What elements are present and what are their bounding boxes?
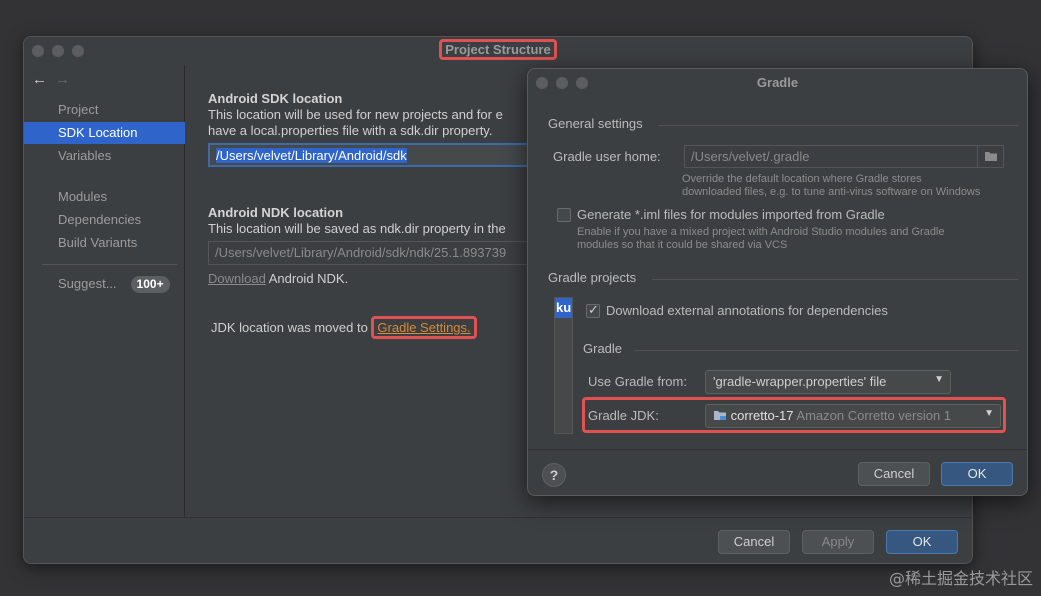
gradle-project-item[interactable]: kur: [555, 298, 572, 318]
sidebar-item-modules[interactable]: Modules: [24, 186, 185, 208]
nav-arrows: ← →: [32, 71, 70, 88]
sdk-section-title: Android SDK location: [208, 91, 343, 106]
user-home-hint-line2: downloaded files, e.g. to tune anti-viru…: [682, 186, 981, 198]
user-home-hint-line1: Override the default location where Grad…: [682, 173, 922, 185]
gradle-projects-list[interactable]: kur: [554, 297, 573, 434]
sdk-path-value: /Users/velvet/Library/Android/sdk: [216, 148, 407, 163]
sdk-path-field[interactable]: /Users/velvet/Library/Android/sdk: [208, 143, 538, 167]
generate-iml-checkbox[interactable]: [557, 208, 571, 222]
gradle-projects-divider: [652, 279, 1018, 280]
use-gradle-from-value: 'gradle-wrapper.properties' file: [713, 374, 887, 389]
chevron-down-icon: ▼: [934, 374, 944, 385]
iml-hint-line2: modules so that it could be shared via V…: [577, 239, 788, 251]
sdk-description-line1: This location will be used for new proje…: [208, 107, 503, 122]
help-button[interactable]: ?: [542, 463, 566, 487]
gradle-group-heading: Gradle: [583, 341, 623, 356]
gradle-ok-button[interactable]: OK: [941, 462, 1013, 486]
gradle-group-divider: [634, 350, 1018, 351]
download-annotations-label: Download external annotations for depend…: [606, 303, 888, 318]
ok-button[interactable]: OK: [886, 530, 958, 554]
gradle-user-home-label: Gradle user home:: [553, 149, 661, 164]
use-gradle-from-select[interactable]: 'gradle-wrapper.properties' file ▼: [705, 370, 951, 394]
sidebar-item-dependencies[interactable]: Dependencies: [24, 209, 185, 231]
gradle-user-home-field[interactable]: /Users/velvet/.gradle: [684, 145, 1004, 168]
sidebar-divider: [42, 264, 177, 265]
sidebar-item-variables[interactable]: Variables: [24, 145, 185, 167]
chevron-down-icon: ▼: [984, 408, 994, 419]
suggestions-label: Suggest...: [58, 276, 117, 291]
watermark: @稀土掘金技术社区: [888, 569, 1033, 588]
sdk-description-line2: have a local.properties file with a sdk.…: [208, 123, 493, 138]
gradle-settings-link[interactable]: Gradle Settings.: [371, 316, 477, 339]
ndk-description: This location will be saved as ndk.dir p…: [208, 221, 506, 236]
general-settings-divider: [658, 125, 1018, 126]
gradle-jdk-description: Amazon Corretto version 1: [796, 408, 952, 423]
folder-icon[interactable]: [977, 146, 1003, 167]
gradle-dialog-title: Gradle: [756, 75, 799, 90]
main-footer: Cancel Apply OK: [24, 517, 972, 563]
jdk-moved-row: JDK location was moved to Gradle Setting…: [211, 316, 477, 339]
sidebar-item-project[interactable]: Project: [24, 99, 185, 121]
main-titlebar: Project Structure: [24, 37, 972, 65]
ndk-path-field[interactable]: /Users/velvet/Library/Android/sdk/ndk/25…: [208, 241, 538, 265]
suggestions-count-badge: 100+: [130, 276, 170, 293]
sidebar: ← → Project SDK Location Variables Module…: [24, 65, 185, 519]
gradle-user-home-value: /Users/velvet/.gradle: [691, 149, 810, 164]
ndk-download-link[interactable]: Download: [208, 271, 266, 286]
general-settings-heading: General settings: [548, 116, 643, 131]
gradle-cancel-button[interactable]: Cancel: [858, 462, 930, 486]
download-annotations-checkbox[interactable]: [586, 302, 600, 318]
jdk-folder-icon: [714, 411, 726, 420]
sidebar-item-sdk-location[interactable]: SDK Location: [24, 122, 185, 144]
forward-arrow-icon[interactable]: →: [55, 71, 70, 88]
sidebar-item-build-variants[interactable]: Build Variants: [24, 232, 185, 254]
window-title: Project Structure: [24, 39, 972, 60]
iml-hint-line1: Enable if you have a mixed project with …: [577, 226, 945, 238]
jdk-moved-text: JDK location was moved to: [211, 320, 368, 335]
apply-button[interactable]: Apply: [802, 530, 874, 554]
ndk-download-suffix: Android NDK.: [268, 271, 349, 286]
sidebar-item-suggestions[interactable]: Suggest... 100+: [24, 273, 185, 295]
use-gradle-from-label: Use Gradle from:: [588, 374, 687, 389]
gradle-projects-heading: Gradle projects: [548, 270, 637, 285]
back-arrow-icon[interactable]: ←: [32, 71, 47, 88]
gradle-jdk-label: Gradle JDK:: [588, 408, 659, 423]
cancel-button[interactable]: Cancel: [718, 530, 790, 554]
gradle-jdk-select[interactable]: corretto-17 Amazon Corretto version 1 ▼: [705, 404, 1001, 428]
generate-iml-label: Generate *.iml files for modules importe…: [577, 207, 885, 222]
ndk-download-row: Download Android NDK.: [208, 271, 348, 287]
ndk-section-title: Android NDK location: [208, 205, 344, 220]
gradle-jdk-name: corretto-17: [730, 408, 794, 423]
gradle-settings-dialog: Gradle General settings Gradle user home…: [527, 68, 1028, 496]
